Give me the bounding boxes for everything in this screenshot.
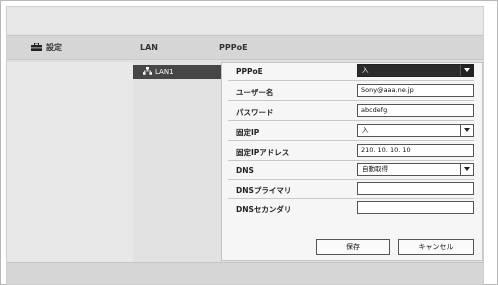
pppoe-select-value: 入 [362,66,369,74]
fixed-ip-select[interactable]: 入 [357,124,474,137]
password-field[interactable]: abcdefg [357,104,474,117]
dns-select-value: 自動取得 [362,165,388,173]
save-button[interactable]: 保存 [316,239,390,255]
tab-settings-label: 設定 [46,43,62,52]
dns-secondary-label: DNSセカンダリ [236,205,292,214]
form-row-fixed-ip-address: 固定IPアドレス 210. 10. 10. 10 [228,142,474,161]
form-row-dns-primary: DNSプライマリ [228,180,474,199]
fixed-ip-label: 固定IP [236,128,260,137]
lan-list-pane [133,62,221,262]
dns-select[interactable]: 自動取得 [357,163,474,176]
tab-lan[interactable]: LAN [140,36,158,59]
fixed-ip-select-value: 入 [362,126,369,134]
fixed-ip-address-field[interactable]: 210. 10. 10. 10 [357,144,474,157]
sidebar-item-lan1-label: LAN1 [155,68,174,76]
tab-pppoe[interactable]: PPPoE [219,36,248,59]
toolbox-icon [31,42,42,51]
fixed-ip-address-label: 固定IPアドレス [236,148,290,157]
pppoe-select[interactable]: 入 [357,64,474,77]
network-icon [143,67,152,75]
tab-settings[interactable]: 設定 [31,36,62,59]
dns-primary-label: DNSプライマリ [236,186,292,195]
form-row-password: パスワード abcdefg [228,102,474,121]
dns-label: DNS [236,166,254,175]
sidebar-item-lan1[interactable]: LAN1 [133,65,223,79]
chevron-down-icon [460,164,473,175]
form-row-username: ユーザー名 Sony@aaa.ne.jp [228,82,474,101]
form-row-dns: DNS 自動取得 [228,161,474,180]
tab-lan-label: LAN [140,43,158,52]
tab-bar: 設定 LAN PPPoE [7,35,483,60]
left-pane [7,62,133,262]
bottom-bar [7,262,483,284]
chevron-down-icon [460,125,473,136]
form-row-dns-secondary: DNSセカンダリ [228,199,474,218]
form-row-fixed-ip: 固定IP 入 [228,122,474,141]
username-field[interactable]: Sony@aaa.ne.jp [357,84,474,97]
chevron-down-icon [460,65,473,76]
tab-pppoe-label: PPPoE [219,43,248,52]
cancel-button[interactable]: キャンセル [398,239,474,255]
pppoe-label: PPPoE [236,67,263,76]
username-label: ユーザー名 [236,88,274,97]
password-label: パスワード [236,108,274,117]
dns-primary-field[interactable] [357,182,474,195]
title-strip [7,7,483,34]
dns-secondary-field[interactable] [357,201,474,214]
form-row-pppoe: PPPoE 入 [228,62,474,81]
